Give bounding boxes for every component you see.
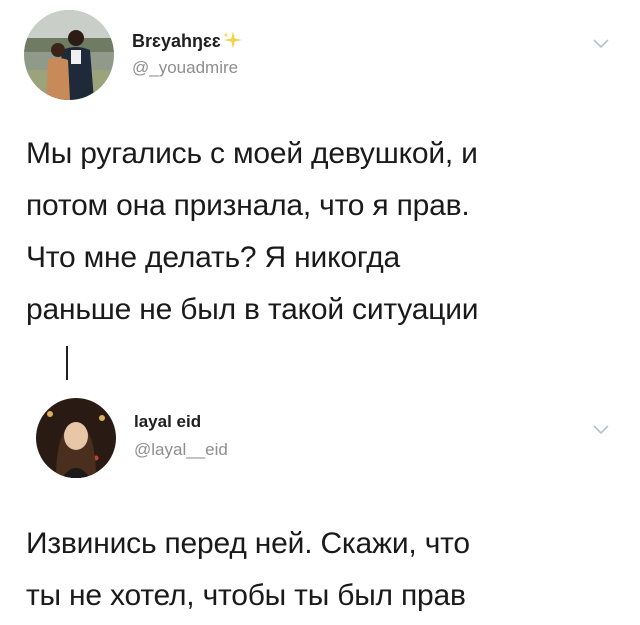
- display-name[interactable]: layal eid: [134, 412, 201, 432]
- tweet-text-line: Извинись перед ней. Скажи, что: [26, 527, 470, 560]
- display-name[interactable]: Brɛyahŋɛɛ: [132, 30, 243, 52]
- tweet-text-line: раньше не был в такой ситуации: [26, 293, 479, 326]
- tweet-text-line: Мы ругались с моей девушкой, и: [26, 137, 478, 170]
- avatar-photo-icon: [24, 10, 114, 100]
- tweet-body: Мы ругались с моей девушкой, и потом она…: [26, 128, 626, 336]
- user-handle[interactable]: @layal__eid: [134, 440, 228, 460]
- user-handle[interactable]: @_youadmire: [132, 58, 238, 78]
- user-avatar[interactable]: [24, 10, 114, 100]
- tweet-text-line: Что мне делать? Я никогда: [26, 241, 400, 274]
- user-avatar[interactable]: [36, 398, 116, 478]
- display-name-text: Brɛyahŋɛɛ: [132, 31, 221, 51]
- tweet-text-line: ты не хотел, чтобы ты был прав: [26, 579, 466, 612]
- tweet-text-line: потом она признала, что я прав.: [26, 189, 470, 222]
- tweet-body: Извинись перед ней. Скажи, что ты не хот…: [26, 518, 626, 622]
- sparkles-icon: [222, 31, 242, 49]
- avatar-photo-icon: [36, 398, 116, 478]
- chevron-down-icon[interactable]: [592, 38, 610, 50]
- chevron-down-icon[interactable]: [592, 424, 610, 436]
- thread-connector: [66, 346, 68, 380]
